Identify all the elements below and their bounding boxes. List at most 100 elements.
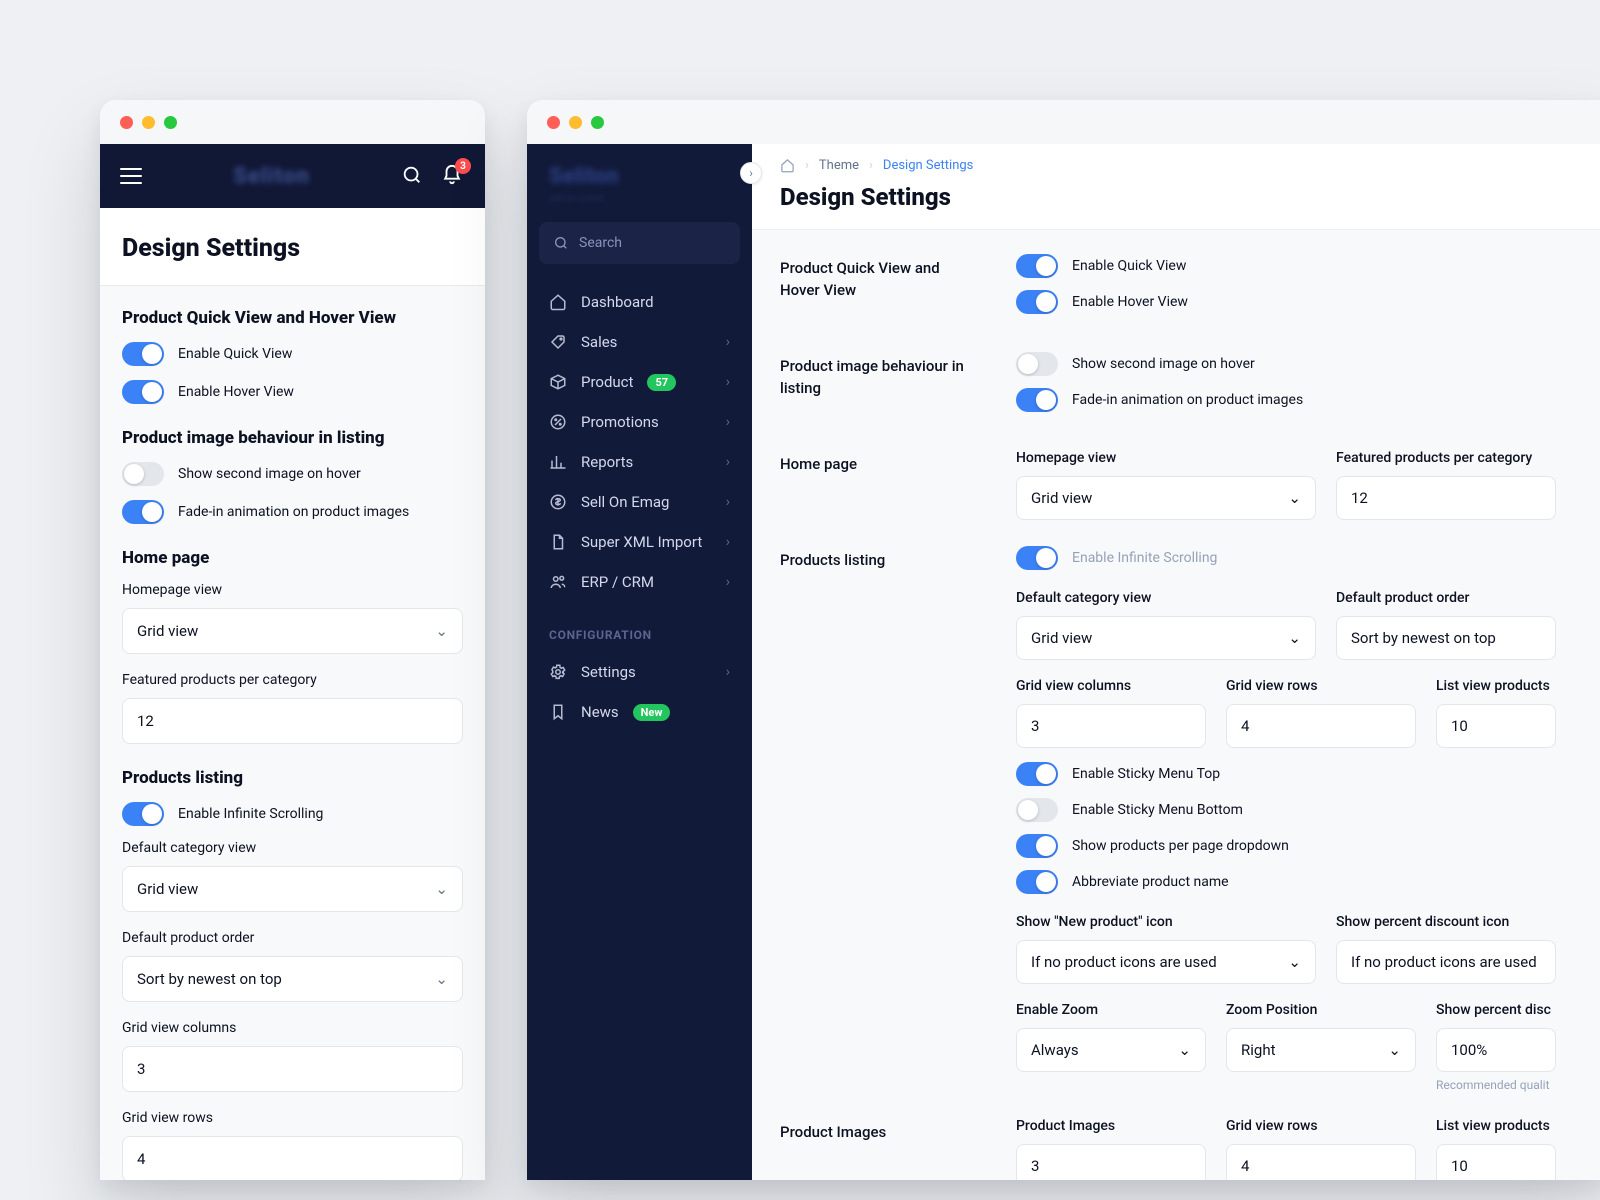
chevron-right-icon: › <box>726 334 730 350</box>
sidebar-item-product[interactable]: Product 57 › <box>539 362 740 402</box>
field-label: Featured products per category <box>1336 450 1579 466</box>
titlebar <box>100 100 485 144</box>
home-icon[interactable] <box>780 158 795 173</box>
logo: Seliton <box>539 156 740 193</box>
featured-products-input[interactable]: 12 <box>122 698 463 744</box>
select-value: If no product icons are used <box>1351 953 1537 971</box>
toggle-fade-in[interactable] <box>122 500 164 524</box>
pi-grid-rows-input[interactable]: 4 <box>1226 1144 1416 1180</box>
search-input[interactable]: Search <box>539 222 740 264</box>
sidebar-item-settings[interactable]: Settings › <box>539 652 740 692</box>
toggle-second-image-hover[interactable] <box>1016 352 1058 376</box>
field-label: Featured products per category <box>122 672 463 688</box>
grid-rows-input[interactable]: 4 <box>122 1136 463 1180</box>
field-label: Product Images <box>1016 1118 1206 1134</box>
sidebar-item-label: Sell On Emag <box>581 493 669 511</box>
toggle-enable-quick-view[interactable] <box>1016 254 1058 278</box>
toggle-enable-hover-view[interactable] <box>122 380 164 404</box>
traffic-zoom-icon[interactable] <box>591 116 604 129</box>
section-heading-quickview: Product Quick View and Hover View <box>780 254 980 326</box>
toggle-abbreviate-name[interactable] <box>1016 870 1058 894</box>
select-value: Always <box>1031 1041 1079 1059</box>
main-header: › Theme › Design Settings Design Setting… <box>752 144 1600 230</box>
chevron-down-icon: ⌄ <box>435 970 448 988</box>
grid-rows-input[interactable]: 4 <box>1226 704 1416 748</box>
select-value: Grid view <box>137 880 198 898</box>
sidebar-item-promotions[interactable]: Promotions › <box>539 402 740 442</box>
sidebar-item-xml-import[interactable]: Super XML Import › <box>539 522 740 562</box>
list-products-input[interactable]: 10 <box>1436 704 1556 748</box>
chevron-right-icon: › <box>726 374 730 390</box>
percent-discount-icon-select[interactable]: If no product icons are used <box>1336 940 1556 984</box>
toggle-sticky-top[interactable] <box>1016 762 1058 786</box>
field-label: Zoom Position <box>1226 1002 1416 1018</box>
toggle-infinite-scroll[interactable] <box>122 802 164 826</box>
chevron-down-icon: ⌄ <box>1288 953 1301 971</box>
input-value: 4 <box>1241 1157 1249 1175</box>
page-title: Design Settings <box>122 234 463 263</box>
menu-icon[interactable] <box>120 168 142 184</box>
grid-columns-input[interactable]: 3 <box>122 1046 463 1092</box>
toggle-label: Show second image on hover <box>178 466 361 482</box>
sidebar-item-news[interactable]: News New <box>539 692 740 732</box>
enable-zoom-select[interactable]: Always⌄ <box>1016 1028 1206 1072</box>
select-value: If no product icons are used <box>1031 953 1217 971</box>
sidebar-item-label: News <box>581 703 619 721</box>
input-value: 4 <box>1241 717 1249 735</box>
sidebar-item-reports[interactable]: Reports › <box>539 442 740 482</box>
grid-columns-input[interactable]: 3 <box>1016 704 1206 748</box>
toggle-sticky-bottom[interactable] <box>1016 798 1058 822</box>
desktop-window: Seliton admin panel › Search Dashboard S… <box>527 100 1600 1180</box>
breadcrumb-theme[interactable]: Theme <box>819 158 859 173</box>
section-heading-homepage: Home page <box>122 548 463 568</box>
toggle-second-image-hover[interactable] <box>122 462 164 486</box>
percent-disc-input[interactable]: 100% <box>1436 1028 1556 1072</box>
toggle-label: Enable Quick View <box>1072 258 1186 274</box>
traffic-close-icon[interactable] <box>120 116 133 129</box>
sidebar-item-sell-emag[interactable]: Sell On Emag › <box>539 482 740 522</box>
section-heading-listing: Products listing <box>780 546 980 1092</box>
zoom-position-select[interactable]: Right⌄ <box>1226 1028 1416 1072</box>
breadcrumb-current[interactable]: Design Settings <box>883 158 973 173</box>
toggle-enable-hover-view[interactable] <box>1016 290 1058 314</box>
default-category-view-select[interactable]: Grid view ⌄ <box>1016 616 1316 660</box>
toggle-enable-quick-view[interactable] <box>122 342 164 366</box>
sidebar-collapse-button[interactable]: › <box>740 162 762 184</box>
traffic-minimize-icon[interactable] <box>569 116 582 129</box>
new-product-icon-select[interactable]: If no product icons are used ⌄ <box>1016 940 1316 984</box>
toggle-label: Enable Hover View <box>1072 294 1188 310</box>
traffic-zoom-icon[interactable] <box>164 116 177 129</box>
bell-icon[interactable]: 3 <box>441 164 465 188</box>
pi-list-products-input[interactable]: 10 <box>1436 1144 1556 1180</box>
toggle-ppp-dropdown[interactable] <box>1016 834 1058 858</box>
default-product-order-select[interactable]: Sort by newest on top <box>1336 616 1556 660</box>
search-icon[interactable] <box>401 164 425 188</box>
input-value: 4 <box>137 1150 145 1168</box>
breadcrumb: › Theme › Design Settings <box>780 158 1579 173</box>
traffic-close-icon[interactable] <box>547 116 560 129</box>
titlebar <box>527 100 1600 144</box>
product-images-input[interactable]: 3 <box>1016 1144 1206 1180</box>
toggle-fade-in[interactable] <box>1016 388 1058 412</box>
field-label: Default category view <box>122 840 463 856</box>
field-label: Homepage view <box>122 582 463 598</box>
section-heading-listing: Products listing <box>122 768 463 788</box>
homepage-view-select[interactable]: Grid view ⌄ <box>122 608 463 654</box>
sidebar-item-dashboard[interactable]: Dashboard <box>539 282 740 322</box>
chevron-down-icon: ⌄ <box>1288 629 1301 647</box>
toggle-label: Enable Sticky Menu Top <box>1072 766 1220 782</box>
homepage-view-select[interactable]: Grid view ⌄ <box>1016 476 1316 520</box>
sidebar-item-erp[interactable]: ERP / CRM › <box>539 562 740 602</box>
field-label: Grid view columns <box>1016 678 1206 694</box>
main: › Theme › Design Settings Design Setting… <box>752 144 1600 1180</box>
select-value: Grid view <box>1031 629 1092 647</box>
featured-products-input[interactable]: 12 <box>1336 476 1556 520</box>
toggle-label: Enable Sticky Menu Bottom <box>1072 802 1243 818</box>
sidebar-item-sales[interactable]: Sales › <box>539 322 740 362</box>
toggle-infinite-scroll[interactable] <box>1016 546 1058 570</box>
section-heading-imgbehavior: Product image behaviour in listing <box>780 352 980 424</box>
traffic-minimize-icon[interactable] <box>142 116 155 129</box>
default-product-order-select[interactable]: Sort by newest on top ⌄ <box>122 956 463 1002</box>
default-category-view-select[interactable]: Grid view ⌄ <box>122 866 463 912</box>
toggle-label: Enable Infinite Scrolling <box>1072 550 1217 566</box>
